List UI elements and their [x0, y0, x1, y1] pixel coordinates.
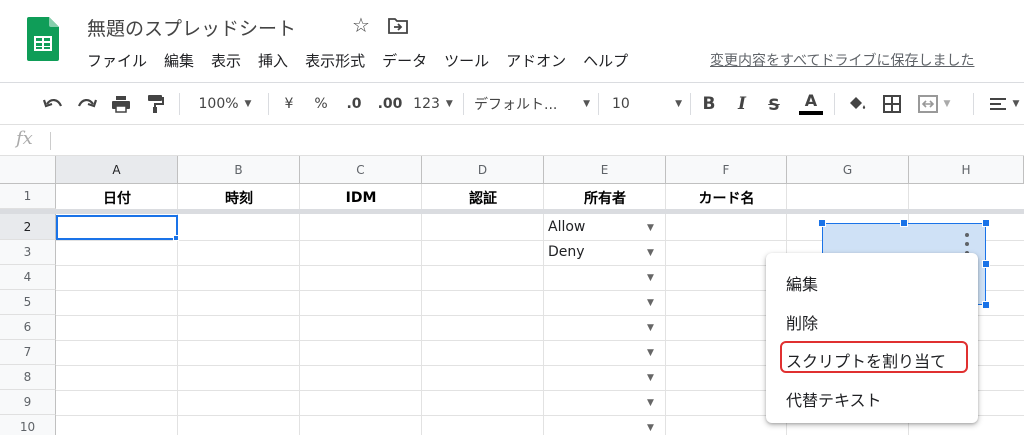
- row-header-3[interactable]: 3: [0, 240, 56, 265]
- menu-item-alt-text[interactable]: 代替テキスト: [786, 387, 882, 411]
- cell-a1[interactable]: 日付: [56, 185, 178, 210]
- borders-icon[interactable]: [880, 91, 904, 117]
- fx-icon: fx: [16, 128, 33, 149]
- dropdown-arrow-icon[interactable]: ▼: [647, 223, 654, 233]
- dropdown-arrow-icon[interactable]: ▼: [647, 423, 654, 433]
- dropdown-arrow-icon[interactable]: ▼: [647, 273, 654, 283]
- cell-d1[interactable]: 認証: [422, 185, 544, 210]
- chevron-down-icon: ▼: [943, 99, 951, 109]
- resize-handle-top[interactable]: [900, 219, 908, 227]
- cell-f1[interactable]: カード名: [666, 185, 787, 210]
- row-header-9[interactable]: 9: [0, 390, 56, 415]
- resize-handle-right[interactable]: [982, 260, 990, 268]
- menu-tools[interactable]: ツール: [444, 50, 489, 71]
- dropdown-arrow-icon[interactable]: ▼: [647, 323, 654, 333]
- zoom-value: 100%: [198, 96, 239, 112]
- cell-e2[interactable]: Allow: [548, 219, 585, 235]
- resize-handle-top-right[interactable]: [982, 219, 990, 227]
- sheets-logo-icon[interactable]: [27, 17, 59, 61]
- row-header-7[interactable]: 7: [0, 340, 56, 365]
- formula-bar[interactable]: fx: [0, 124, 1024, 156]
- cell-e3[interactable]: Deny: [548, 244, 585, 260]
- merge-cells-icon[interactable]: ▼: [914, 91, 954, 117]
- row-header-10[interactable]: 10: [0, 415, 56, 435]
- menu-addons[interactable]: アドオン: [506, 50, 566, 71]
- row-header-2[interactable]: 2: [0, 214, 56, 240]
- undo-icon[interactable]: [40, 91, 66, 117]
- column-header-h[interactable]: H: [909, 156, 1024, 184]
- column-header-d[interactable]: D: [422, 156, 544, 184]
- more-options-icon[interactable]: [960, 233, 974, 255]
- cell-c1[interactable]: IDM: [300, 185, 422, 210]
- more-formats-select[interactable]: 123 ▼: [410, 91, 456, 117]
- fill-color-icon[interactable]: [845, 91, 869, 117]
- column-header-f[interactable]: F: [666, 156, 787, 184]
- dropdown-arrow-icon[interactable]: ▼: [647, 248, 654, 258]
- select-all-corner[interactable]: [0, 156, 56, 184]
- bold-icon[interactable]: B: [698, 91, 720, 117]
- column-header-c[interactable]: C: [300, 156, 422, 184]
- menu-view[interactable]: 表示: [211, 50, 241, 71]
- row-header-4[interactable]: 4: [0, 265, 56, 290]
- menu-bar: ファイル 編集 表示 挿入 表示形式 データ ツール アドオン ヘルプ: [87, 50, 645, 71]
- menu-edit[interactable]: 編集: [164, 50, 194, 71]
- percent-format-button[interactable]: %: [310, 91, 332, 117]
- row-header-5[interactable]: 5: [0, 290, 56, 315]
- menu-item-edit[interactable]: 編集: [786, 271, 818, 295]
- zoom-select[interactable]: 100% ▼: [190, 91, 260, 117]
- dropdown-arrow-icon[interactable]: ▼: [647, 398, 654, 408]
- highlight-annotation: [780, 341, 968, 373]
- dropdown-arrow-icon[interactable]: ▼: [647, 348, 654, 358]
- star-icon[interactable]: ☆: [352, 13, 370, 37]
- font-family-select[interactable]: デフォルト... ▼: [474, 91, 590, 117]
- menu-insert[interactable]: 挿入: [258, 50, 288, 71]
- dropdown-arrow-icon[interactable]: ▼: [647, 373, 654, 383]
- chevron-down-icon: ▼: [583, 99, 590, 109]
- fill-handle[interactable]: [173, 235, 179, 241]
- row-header-6[interactable]: 6: [0, 315, 56, 340]
- column-header-a[interactable]: A: [56, 156, 178, 184]
- text-color-icon[interactable]: A: [798, 91, 824, 117]
- context-menu: 編集 削除 スクリプトを割り当て 代替テキスト: [766, 253, 978, 423]
- row-header-8[interactable]: 8: [0, 365, 56, 390]
- font-size-value: 10: [612, 96, 630, 112]
- increase-decimal-button[interactable]: .00: [374, 91, 406, 117]
- print-icon[interactable]: [108, 91, 134, 117]
- active-cell-a2[interactable]: [56, 215, 178, 240]
- dropdown-arrow-icon[interactable]: ▼: [647, 298, 654, 308]
- move-to-folder-icon[interactable]: [388, 16, 408, 34]
- strikethrough-icon[interactable]: S: [763, 91, 785, 117]
- menu-format[interactable]: 表示形式: [305, 50, 365, 71]
- horizontal-align-icon[interactable]: ▼: [984, 91, 1024, 117]
- chevron-down-icon: ▼: [445, 99, 453, 109]
- chevron-down-icon: ▼: [244, 99, 252, 109]
- cell-b1[interactable]: 時刻: [178, 185, 300, 210]
- frozen-row-divider[interactable]: [0, 209, 1024, 214]
- column-header-e[interactable]: E: [544, 156, 666, 184]
- italic-icon[interactable]: I: [731, 91, 753, 117]
- resize-handle-bottom-right[interactable]: [982, 301, 990, 309]
- chevron-down-icon: ▼: [675, 99, 682, 109]
- column-header-b[interactable]: B: [178, 156, 300, 184]
- paint-format-icon[interactable]: [142, 91, 168, 117]
- cell-e1[interactable]: 所有者: [544, 185, 666, 210]
- currency-format-button[interactable]: ¥: [278, 91, 300, 117]
- menu-item-delete[interactable]: 削除: [786, 310, 818, 334]
- chevron-down-icon: ▼: [1012, 99, 1020, 109]
- redo-icon[interactable]: [74, 91, 100, 117]
- more-formats-label: 123: [413, 96, 440, 112]
- decrease-decimal-button[interactable]: .0: [340, 91, 368, 117]
- menu-file[interactable]: ファイル: [87, 50, 147, 71]
- app-header: 無題のスプレッドシート ☆ ファイル 編集 表示 挿入 表示形式 データ ツール…: [0, 0, 1024, 80]
- font-size-select[interactable]: 10 ▼: [612, 91, 682, 117]
- resize-handle-top-left[interactable]: [818, 219, 826, 227]
- row-header-1[interactable]: 1: [0, 184, 56, 209]
- document-title[interactable]: 無題のスプレッドシート: [87, 14, 296, 41]
- menu-help[interactable]: ヘルプ: [583, 50, 628, 71]
- column-header-g[interactable]: G: [787, 156, 909, 184]
- font-family-value: デフォルト...: [474, 97, 558, 113]
- toolbar: 100% ▼ ¥ % .0 .00 123 ▼ デフォルト... ▼ 10 ▼ B I …: [0, 82, 1024, 124]
- menu-data[interactable]: データ: [382, 50, 427, 71]
- save-status-link[interactable]: 変更内容をすべてドライブに保存しました: [710, 50, 1024, 70]
